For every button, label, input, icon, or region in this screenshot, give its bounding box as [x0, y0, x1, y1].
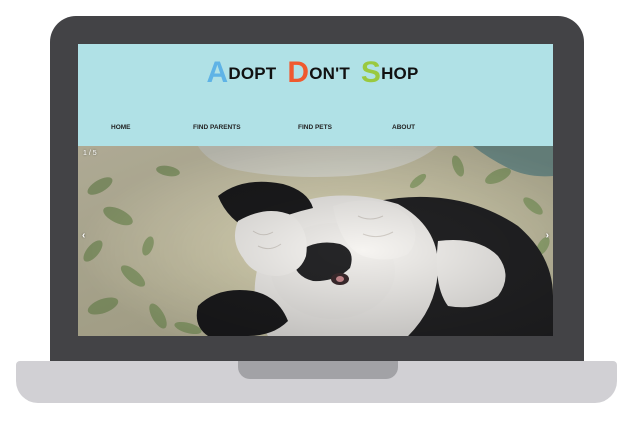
- logo-cap-a: A: [206, 56, 229, 89]
- logo-cap-s: S: [360, 56, 382, 89]
- nav-find-pets[interactable]: FIND PETS: [298, 124, 332, 131]
- sleeping-kitten-photo: [78, 146, 553, 336]
- site-logo[interactable]: ADOPT DON'T SHOP: [78, 58, 553, 88]
- logo-word-dont: DON'T: [287, 58, 350, 88]
- laptop-lid: ADOPT DON'T SHOP HOME FIND PARENTS FIND …: [50, 16, 584, 361]
- logo-rest-shop: HOP: [381, 64, 419, 83]
- laptop-screen: ADOPT DON'T SHOP HOME FIND PARENTS FIND …: [78, 44, 553, 336]
- nav-about[interactable]: ABOUT: [392, 124, 415, 131]
- carousel-next-icon[interactable]: ›: [546, 230, 549, 241]
- logo-rest-dont: ON'T: [309, 64, 350, 83]
- slide-counter: 1 / 5: [83, 150, 97, 157]
- logo-cap-d: D: [287, 56, 310, 89]
- nav-home[interactable]: HOME: [111, 124, 131, 131]
- logo-word-adopt: ADOPT: [206, 58, 277, 88]
- laptop-mockup: ADOPT DON'T SHOP HOME FIND PARENTS FIND …: [0, 0, 635, 422]
- main-nav: HOME FIND PARENTS FIND PETS ABOUT: [78, 124, 553, 138]
- laptop-notch: [238, 361, 398, 379]
- nav-find-parents[interactable]: FIND PARENTS: [193, 124, 241, 131]
- logo-rest-adopt: DOPT: [228, 64, 277, 83]
- logo-word-shop: SHOP: [361, 58, 419, 88]
- image-carousel[interactable]: 1 / 5 ‹ ›: [78, 146, 553, 336]
- carousel-prev-icon[interactable]: ‹: [82, 230, 85, 241]
